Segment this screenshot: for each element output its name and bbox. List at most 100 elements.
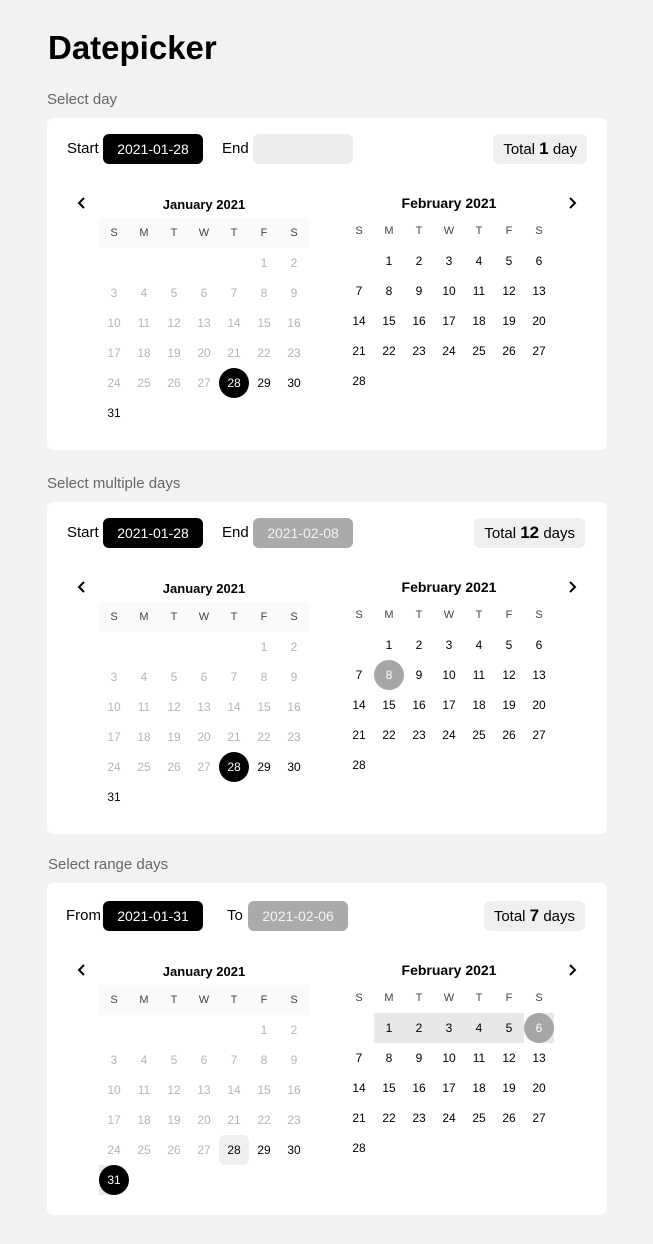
day-cell[interactable]: 19 — [494, 690, 524, 720]
day-cell[interactable]: 18 — [464, 1073, 494, 1103]
day-cell[interactable]: 22 — [374, 336, 404, 366]
day-cell[interactable]: 28 — [219, 752, 249, 782]
day-cell[interactable]: 1 — [374, 630, 404, 660]
day-cell[interactable]: 12 — [494, 1043, 524, 1073]
day-cell[interactable]: 27 — [524, 336, 554, 366]
day-cell[interactable]: 12 — [494, 276, 524, 306]
day-cell[interactable]: 10 — [434, 660, 464, 690]
day-cell[interactable]: 8 — [374, 276, 404, 306]
day-cell[interactable]: 30 — [279, 752, 309, 782]
day-cell[interactable]: 28 — [219, 1135, 249, 1165]
day-cell[interactable]: 3 — [434, 246, 464, 276]
start-date-field[interactable]: 2021-01-28 — [103, 518, 203, 548]
day-cell[interactable]: 9 — [404, 276, 434, 306]
chevron-right-icon[interactable] — [564, 195, 580, 211]
day-cell[interactable]: 9 — [404, 1043, 434, 1073]
day-cell[interactable]: 28 — [344, 750, 374, 780]
day-cell[interactable]: 29 — [249, 368, 279, 398]
day-cell[interactable]: 26 — [494, 1103, 524, 1133]
day-cell[interactable]: 31 — [99, 782, 129, 812]
day-cell[interactable]: 7 — [344, 276, 374, 306]
day-cell[interactable]: 8 — [374, 1043, 404, 1073]
day-cell[interactable]: 15 — [374, 306, 404, 336]
day-cell[interactable]: 24 — [434, 1103, 464, 1133]
day-cell[interactable]: 18 — [464, 690, 494, 720]
day-cell[interactable]: 18 — [464, 306, 494, 336]
end-date-field[interactable]: 2021-02-08 — [253, 518, 353, 548]
day-cell[interactable]: 14 — [344, 690, 374, 720]
day-cell[interactable]: 31 — [99, 1165, 129, 1195]
day-cell[interactable]: 21 — [344, 1103, 374, 1133]
day-cell[interactable]: 30 — [279, 368, 309, 398]
day-cell[interactable]: 15 — [374, 1073, 404, 1103]
day-cell[interactable]: 19 — [494, 306, 524, 336]
day-cell[interactable]: 16 — [404, 690, 434, 720]
day-cell[interactable]: 13 — [524, 1043, 554, 1073]
day-cell[interactable]: 8 — [374, 660, 404, 690]
day-cell[interactable]: 7 — [344, 660, 374, 690]
day-cell[interactable]: 2 — [404, 246, 434, 276]
day-cell[interactable]: 14 — [344, 1073, 374, 1103]
day-cell[interactable]: 27 — [524, 1103, 554, 1133]
day-cell[interactable]: 16 — [404, 1073, 434, 1103]
day-cell[interactable]: 17 — [434, 1073, 464, 1103]
day-cell[interactable]: 15 — [374, 690, 404, 720]
day-cell[interactable]: 6 — [524, 1013, 554, 1043]
day-cell[interactable]: 24 — [434, 720, 464, 750]
day-cell[interactable]: 5 — [494, 1013, 524, 1043]
day-cell[interactable]: 26 — [494, 336, 524, 366]
day-cell[interactable]: 20 — [524, 690, 554, 720]
day-cell[interactable]: 23 — [404, 1103, 434, 1133]
day-cell[interactable]: 2 — [404, 630, 434, 660]
day-cell[interactable]: 13 — [524, 276, 554, 306]
day-cell[interactable]: 23 — [404, 720, 434, 750]
day-cell[interactable]: 10 — [434, 276, 464, 306]
day-cell[interactable]: 25 — [464, 720, 494, 750]
chevron-left-icon[interactable] — [74, 962, 90, 978]
day-cell[interactable]: 16 — [404, 306, 434, 336]
day-cell[interactable]: 4 — [464, 1013, 494, 1043]
day-cell[interactable]: 6 — [524, 246, 554, 276]
day-cell[interactable]: 29 — [249, 752, 279, 782]
day-cell[interactable]: 28 — [344, 366, 374, 396]
day-cell[interactable]: 3 — [434, 630, 464, 660]
chevron-right-icon[interactable] — [564, 579, 580, 595]
day-cell[interactable]: 21 — [344, 720, 374, 750]
to-date-field[interactable]: 2021-02-06 — [248, 901, 348, 931]
day-cell[interactable]: 9 — [404, 660, 434, 690]
day-cell[interactable]: 10 — [434, 1043, 464, 1073]
day-cell[interactable]: 19 — [494, 1073, 524, 1103]
day-cell[interactable]: 26 — [494, 720, 524, 750]
day-cell[interactable]: 5 — [494, 630, 524, 660]
start-date-field[interactable]: 2021-01-28 — [103, 134, 203, 164]
day-cell[interactable]: 5 — [494, 246, 524, 276]
day-cell[interactable]: 27 — [524, 720, 554, 750]
day-cell[interactable]: 24 — [434, 336, 464, 366]
day-cell[interactable]: 22 — [374, 720, 404, 750]
day-cell[interactable]: 22 — [374, 1103, 404, 1133]
end-date-field[interactable] — [253, 134, 353, 164]
day-cell[interactable]: 11 — [464, 276, 494, 306]
day-cell[interactable]: 4 — [464, 246, 494, 276]
day-cell[interactable]: 21 — [344, 336, 374, 366]
day-cell[interactable]: 23 — [404, 336, 434, 366]
day-cell[interactable]: 11 — [464, 1043, 494, 1073]
day-cell[interactable]: 1 — [374, 1013, 404, 1043]
day-cell[interactable]: 12 — [494, 660, 524, 690]
from-date-field[interactable]: 2021-01-31 — [103, 901, 203, 931]
day-cell[interactable]: 2 — [404, 1013, 434, 1043]
day-cell[interactable]: 25 — [464, 1103, 494, 1133]
day-cell[interactable]: 31 — [99, 398, 129, 428]
day-cell[interactable]: 13 — [524, 660, 554, 690]
day-cell[interactable]: 28 — [219, 368, 249, 398]
day-cell[interactable]: 4 — [464, 630, 494, 660]
day-cell[interactable]: 29 — [249, 1135, 279, 1165]
day-cell[interactable]: 20 — [524, 306, 554, 336]
chevron-left-icon[interactable] — [74, 195, 90, 211]
day-cell[interactable]: 17 — [434, 690, 464, 720]
day-cell[interactable]: 1 — [374, 246, 404, 276]
day-cell[interactable]: 3 — [434, 1013, 464, 1043]
day-cell[interactable]: 14 — [344, 306, 374, 336]
day-cell[interactable]: 17 — [434, 306, 464, 336]
day-cell[interactable]: 20 — [524, 1073, 554, 1103]
